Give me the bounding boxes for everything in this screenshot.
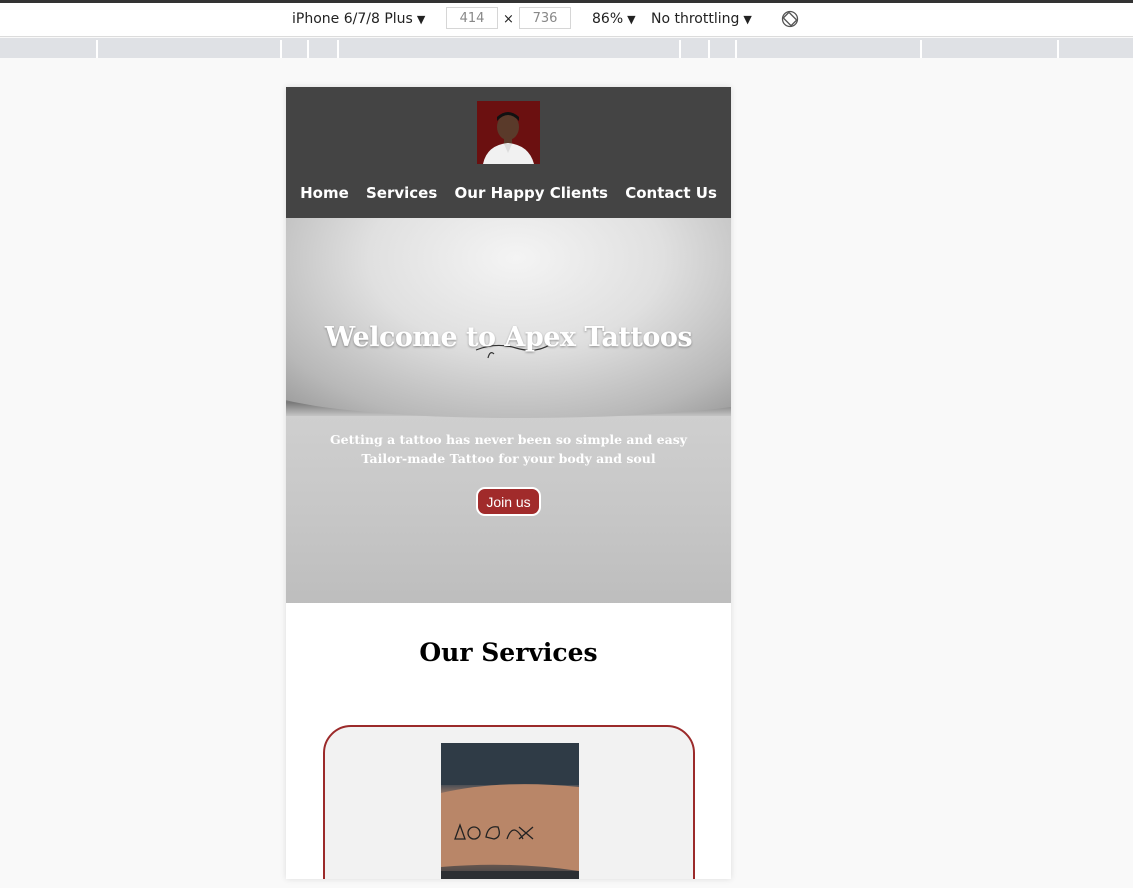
service-card[interactable] [323, 725, 695, 879]
chevron-down-icon: ▼ [416, 13, 426, 26]
device-label: iPhone 6/7/8 Plus [292, 11, 413, 27]
avatar [477, 101, 540, 164]
zoom-select[interactable]: 86% ▼ [592, 11, 636, 27]
nav-contact-us[interactable]: Contact Us [625, 184, 717, 202]
chevron-down-icon: ▼ [743, 13, 752, 26]
nav-services[interactable]: Services [366, 184, 437, 202]
media-query-marker[interactable] [337, 40, 339, 58]
throttling-select[interactable]: No throttling ▼ [651, 11, 752, 27]
chevron-down-icon: ▼ [627, 13, 636, 26]
zoom-label: 86% [592, 11, 624, 27]
media-query-marker[interactable] [96, 40, 98, 58]
media-query-marker[interactable] [679, 40, 681, 58]
media-query-marker[interactable] [1057, 40, 1059, 58]
height-input[interactable]: 736 [519, 7, 571, 29]
join-us-button[interactable]: Join us [476, 487, 541, 516]
rotate-device-icon[interactable] [781, 10, 799, 28]
hero-section: Welcome to Apex Tattoos Getting a tattoo… [286, 218, 731, 603]
service-image [441, 743, 579, 879]
throttling-label: No throttling [651, 11, 740, 27]
hero-tagline-2: Tailor-made Tattoo for your body and sou… [361, 451, 656, 466]
media-query-bar [0, 38, 1133, 58]
width-input[interactable]: 414 [446, 7, 498, 29]
nav-happy-clients[interactable]: Our Happy Clients [455, 184, 608, 202]
hero-tagline-1: Getting a tattoo has never been so simpl… [329, 432, 688, 447]
device-viewport: Home Services Our Happy Clients Contact … [286, 87, 731, 879]
media-query-marker[interactable] [920, 40, 922, 58]
device-toolbar: iPhone 6/7/8 Plus ▼ 414 × 736 86% ▼ No thr… [0, 3, 1133, 37]
services-heading: Our Services [419, 638, 598, 667]
tattoo-arm-photo [441, 743, 579, 879]
media-query-marker[interactable] [280, 40, 282, 58]
site-header: Home Services Our Happy Clients Contact … [286, 87, 731, 218]
media-query-marker[interactable] [307, 40, 309, 58]
owner-photo [477, 101, 540, 164]
media-query-marker[interactable] [708, 40, 710, 58]
hero-title: Welcome to Apex Tattoos [324, 322, 693, 353]
nav-home[interactable]: Home [300, 184, 349, 202]
main-nav: Home Services Our Happy Clients Contact … [286, 184, 731, 202]
device-select[interactable]: iPhone 6/7/8 Plus ▼ [292, 11, 425, 27]
dimension-separator: × [503, 12, 514, 27]
media-query-marker[interactable] [735, 40, 737, 58]
hero-background-arm [286, 218, 731, 418]
